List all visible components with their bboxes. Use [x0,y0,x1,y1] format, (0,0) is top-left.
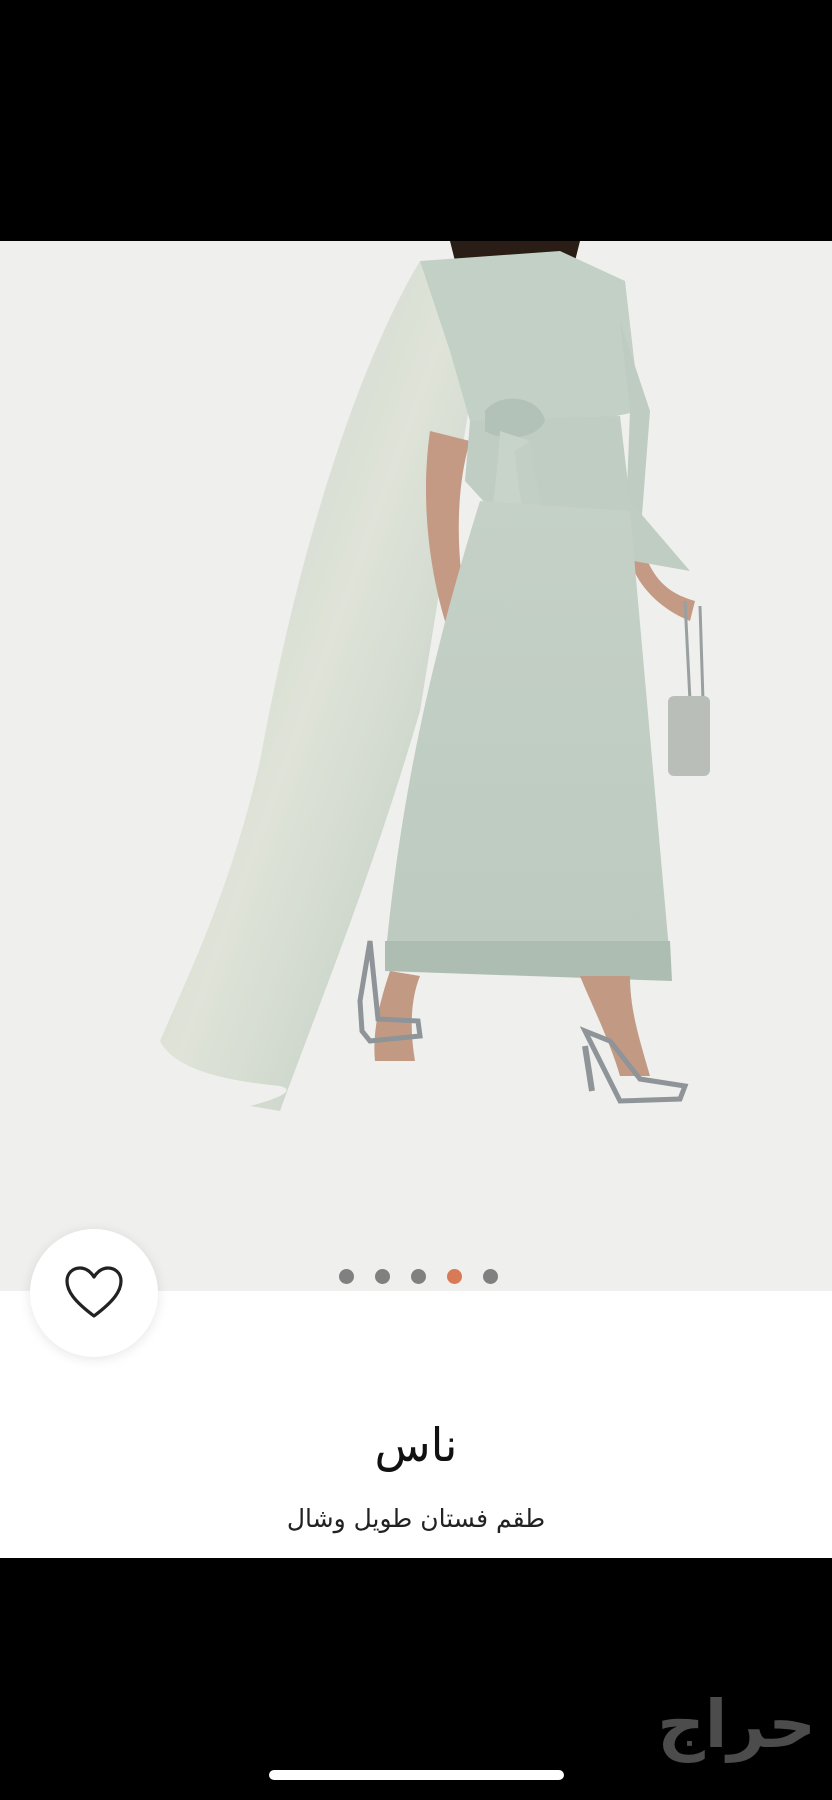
pagination-dot[interactable] [411,1269,426,1284]
home-indicator[interactable] [269,1770,564,1780]
pagination-dot-active[interactable] [447,1269,462,1284]
haraj-watermark: حراج [657,1686,816,1763]
pagination-dot[interactable] [339,1269,354,1284]
top-black-bar [0,0,832,241]
pagination-dot[interactable] [375,1269,390,1284]
pagination-dot[interactable] [483,1269,498,1284]
image-pagination [339,1269,498,1284]
heart-outline-icon [65,1266,123,1318]
favorite-button[interactable] [30,1229,158,1357]
product-image[interactable] [0,241,832,1291]
dress-illustration [160,241,710,1111]
product-title: طقم فستان طويل وشال [286,1504,546,1533]
bottom-black-bar [0,1558,832,1800]
brand-name[interactable]: ناس [0,1418,832,1472]
